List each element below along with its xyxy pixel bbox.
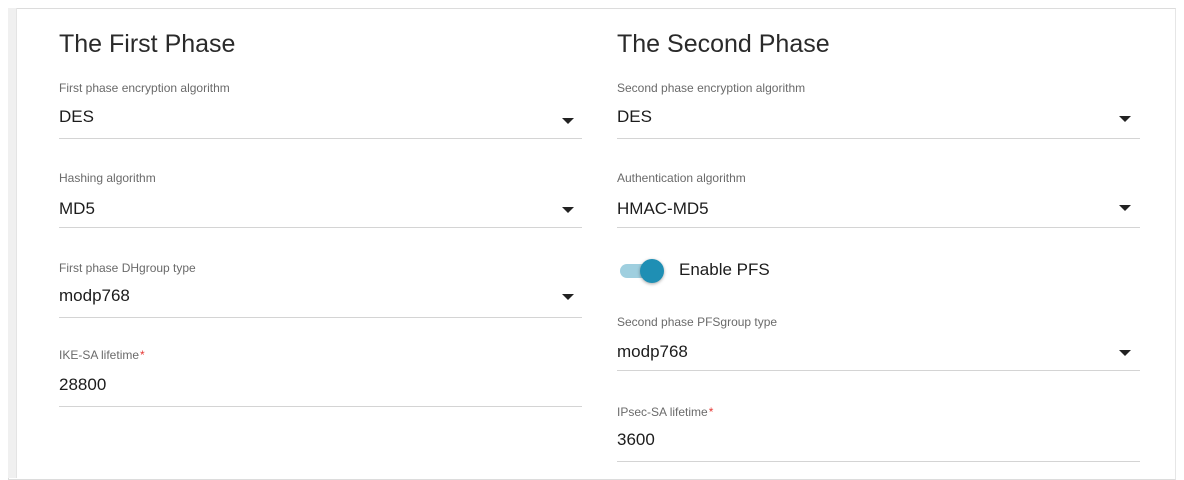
chevron-down-icon: [1119, 205, 1131, 211]
ike-sa-lifetime-label: IKE-SA lifetime*: [59, 348, 145, 362]
second-phase-encryption-select[interactable]: Second phase encryption algorithm DES: [617, 81, 1140, 139]
first-phase-encryption-value: DES: [59, 107, 94, 126]
first-phase-dhgroup-value: modp768: [59, 286, 130, 305]
field-underline: [59, 138, 582, 139]
authentication-algorithm-select[interactable]: Authentication algorithm HMAC-MD5: [617, 171, 1140, 229]
field-underline: [59, 317, 582, 318]
ipsec-sa-lifetime-label-text: IPsec-SA lifetime: [617, 405, 708, 419]
ike-sa-lifetime-input[interactable]: IKE-SA lifetime* 28800: [59, 348, 582, 408]
ike-sa-lifetime-label-text: IKE-SA lifetime: [59, 348, 140, 362]
field-underline: [617, 138, 1140, 139]
field-underline: [617, 370, 1140, 371]
second-phase-pfsgroup-select[interactable]: Second phase PFSgroup type modp768: [617, 315, 1140, 373]
chevron-down-icon: [562, 118, 574, 124]
enable-pfs-toggle[interactable]: [620, 259, 666, 283]
first-phase-dhgroup-label: First phase DHgroup type: [59, 261, 196, 275]
hashing-algorithm-label: Hashing algorithm: [59, 171, 156, 185]
chevron-down-icon: [1119, 116, 1131, 122]
required-mark: *: [140, 348, 145, 362]
second-phase-encryption-value: DES: [617, 107, 652, 126]
second-phase-encryption-label: Second phase encryption algorithm: [617, 81, 806, 95]
field-underline: [59, 227, 582, 228]
second-phase-pfsgroup-label: Second phase PFSgroup type: [617, 315, 778, 329]
first-phase-title: The First Phase: [59, 30, 236, 58]
chevron-down-icon: [1119, 350, 1131, 356]
hashing-algorithm-select[interactable]: Hashing algorithm MD5: [59, 171, 582, 229]
first-phase-encryption-select[interactable]: First phase encryption algorithm DES: [59, 81, 582, 139]
ipsec-sa-lifetime-label: IPsec-SA lifetime*: [617, 405, 713, 419]
side-strip: [8, 8, 17, 478]
field-underline: [59, 406, 582, 407]
ipsec-sa-lifetime-value: 3600: [617, 430, 655, 449]
hashing-algorithm-value: MD5: [59, 199, 95, 218]
chevron-down-icon: [562, 294, 574, 300]
ipsec-sa-lifetime-input[interactable]: IPsec-SA lifetime* 3600: [617, 405, 1140, 463]
field-underline: [617, 461, 1140, 462]
first-phase-encryption-label: First phase encryption algorithm: [59, 81, 230, 95]
toggle-knob: [640, 259, 664, 283]
enable-pfs-label[interactable]: Enable PFS: [679, 260, 770, 280]
second-phase-pfsgroup-value: modp768: [617, 342, 688, 361]
field-underline: [617, 227, 1140, 228]
second-phase-title: The Second Phase: [617, 30, 830, 58]
ike-sa-lifetime-value: 28800: [59, 375, 107, 394]
first-phase-dhgroup-select[interactable]: First phase DHgroup type modp768: [59, 261, 582, 319]
authentication-algorithm-value: HMAC-MD5: [617, 199, 709, 218]
authentication-algorithm-label: Authentication algorithm: [617, 171, 746, 185]
required-mark: *: [708, 405, 714, 419]
chevron-down-icon: [562, 207, 574, 213]
